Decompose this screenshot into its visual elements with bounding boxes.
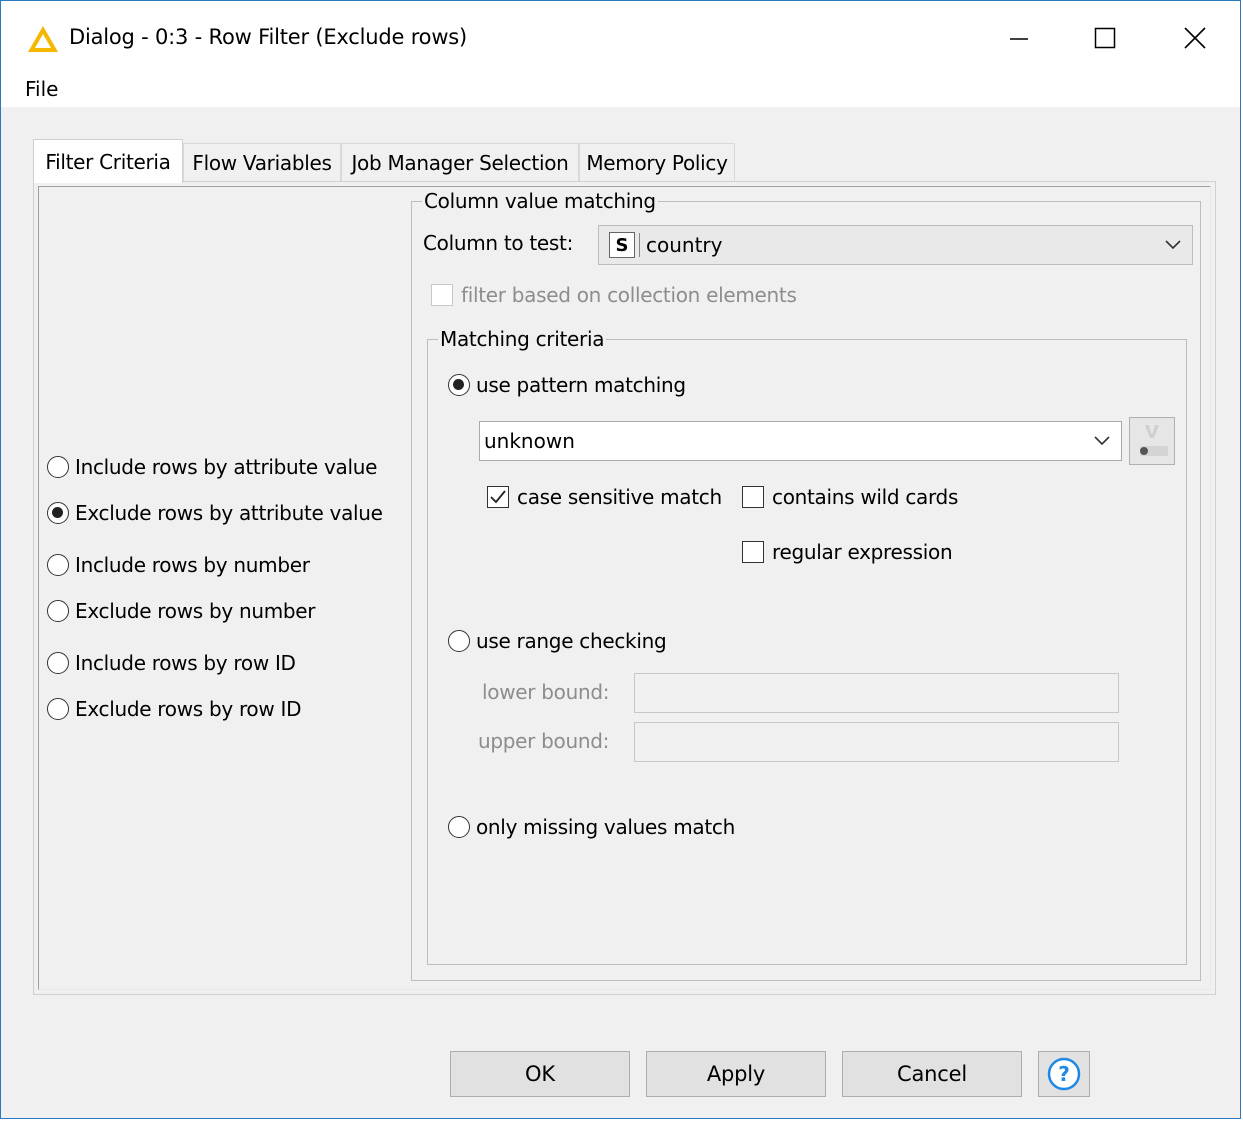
maximize-button[interactable]	[1075, 15, 1135, 61]
case-sensitive-label: case sensitive match	[517, 485, 722, 509]
minimize-button[interactable]	[989, 15, 1049, 61]
option-pattern-matching[interactable]: use pattern matching	[448, 371, 686, 399]
lower-bound-input[interactable]	[634, 673, 1119, 713]
option-include-by-number[interactable]: Include rows by number	[47, 551, 310, 579]
range-checking-label: use range checking	[476, 629, 667, 653]
regex-option[interactable]: regular expression	[742, 538, 953, 566]
type-separator	[639, 233, 640, 257]
collection-elements-option: filter based on collection elements	[431, 281, 797, 309]
column-value: country	[646, 233, 723, 257]
option-exclude-by-number[interactable]: Exclude rows by number	[47, 597, 316, 625]
option-include-by-row-id[interactable]: Include rows by row ID	[47, 649, 296, 677]
title-bar: Dialog - 0:3 - Row Filter (Exclude rows)	[1, 1, 1240, 73]
radio-pattern-matching[interactable]	[448, 374, 470, 396]
radio-exclude-by-number[interactable]	[47, 600, 69, 622]
apply-button[interactable]: Apply	[646, 1051, 826, 1097]
regex-checkbox[interactable]	[742, 541, 764, 563]
case-sensitive-checkbox[interactable]	[487, 486, 509, 508]
chevron-down-icon	[1165, 240, 1181, 250]
string-type-icon: S	[609, 232, 635, 258]
column-to-test-label: Column to test:	[423, 231, 574, 255]
chevron-down-icon	[1094, 436, 1110, 446]
radio-missing-values[interactable]	[448, 816, 470, 838]
radio-exclude-by-row-id[interactable]	[47, 698, 69, 720]
option-include-by-attribute[interactable]: Include rows by attribute value	[47, 453, 377, 481]
tab-filter-criteria[interactable]: Filter Criteria	[33, 139, 183, 183]
missing-values-label: only missing values match	[476, 815, 735, 839]
pattern-matching-label: use pattern matching	[476, 373, 686, 397]
radio-exclude-by-attribute[interactable]	[47, 502, 69, 524]
radio-include-by-row-id[interactable]	[47, 652, 69, 674]
collection-elements-checkbox	[431, 284, 453, 306]
ok-button[interactable]: OK	[450, 1051, 630, 1097]
option-label: Include rows by row ID	[75, 651, 296, 675]
close-button[interactable]	[1165, 15, 1225, 61]
collection-elements-label: filter based on collection elements	[461, 283, 797, 307]
tab-job-manager-selection[interactable]: Job Manager Selection	[341, 143, 579, 181]
cancel-button[interactable]: Cancel	[842, 1051, 1022, 1097]
regex-label: regular expression	[772, 540, 953, 564]
svg-text:V: V	[1145, 422, 1159, 443]
radio-include-by-attribute[interactable]	[47, 456, 69, 478]
option-range-checking[interactable]: use range checking	[448, 627, 667, 655]
column-to-test-select[interactable]: S country	[598, 225, 1193, 265]
pattern-input[interactable]: unknown	[479, 421, 1122, 461]
checkmark-icon	[490, 490, 506, 504]
flow-variable-button[interactable]: V	[1129, 417, 1175, 465]
pattern-value: unknown	[484, 429, 575, 453]
upper-bound-label: upper bound:	[478, 729, 610, 753]
window-title: Dialog - 0:3 - Row Filter (Exclude rows)	[69, 25, 468, 49]
upper-bound-input[interactable]	[634, 722, 1119, 762]
dialog-window: Dialog - 0:3 - Row Filter (Exclude rows)…	[0, 0, 1241, 1119]
menu-bar: File	[1, 73, 1240, 107]
option-label: Include rows by number	[75, 553, 310, 577]
option-exclude-by-row-id[interactable]: Exclude rows by row ID	[47, 695, 301, 723]
column-value-matching-legend: Column value matching	[424, 189, 656, 213]
help-button[interactable]: ?	[1038, 1051, 1090, 1097]
close-icon	[1184, 27, 1206, 49]
tab-flow-variables[interactable]: Flow Variables	[183, 143, 341, 181]
option-label: Include rows by attribute value	[75, 455, 378, 479]
menu-file[interactable]: File	[25, 77, 58, 101]
radio-range-checking[interactable]	[448, 630, 470, 652]
option-label: Exclude rows by row ID	[75, 697, 302, 721]
svg-text:?: ?	[1058, 1062, 1070, 1086]
wild-cards-option[interactable]: contains wild cards	[742, 483, 958, 511]
option-label: Exclude rows by number	[75, 599, 316, 623]
wild-cards-checkbox[interactable]	[742, 486, 764, 508]
help-icon: ?	[1047, 1057, 1081, 1091]
option-missing-values[interactable]: only missing values match	[448, 813, 735, 841]
lower-bound-label: lower bound:	[482, 680, 610, 704]
case-sensitive-option[interactable]: case sensitive match	[487, 483, 722, 511]
wild-cards-label: contains wild cards	[772, 485, 959, 509]
option-label: Exclude rows by attribute value	[75, 501, 383, 525]
minimize-icon	[1010, 38, 1028, 40]
tab-memory-policy[interactable]: Memory Policy	[579, 143, 735, 181]
flow-variable-icon: V	[1140, 422, 1168, 456]
radio-include-by-number[interactable]	[47, 554, 69, 576]
maximize-icon	[1094, 27, 1116, 49]
option-exclude-by-attribute[interactable]: Exclude rows by attribute value	[47, 499, 383, 527]
knime-warning-triangle-icon	[27, 25, 59, 53]
matching-criteria-legend: Matching criteria	[440, 327, 605, 351]
